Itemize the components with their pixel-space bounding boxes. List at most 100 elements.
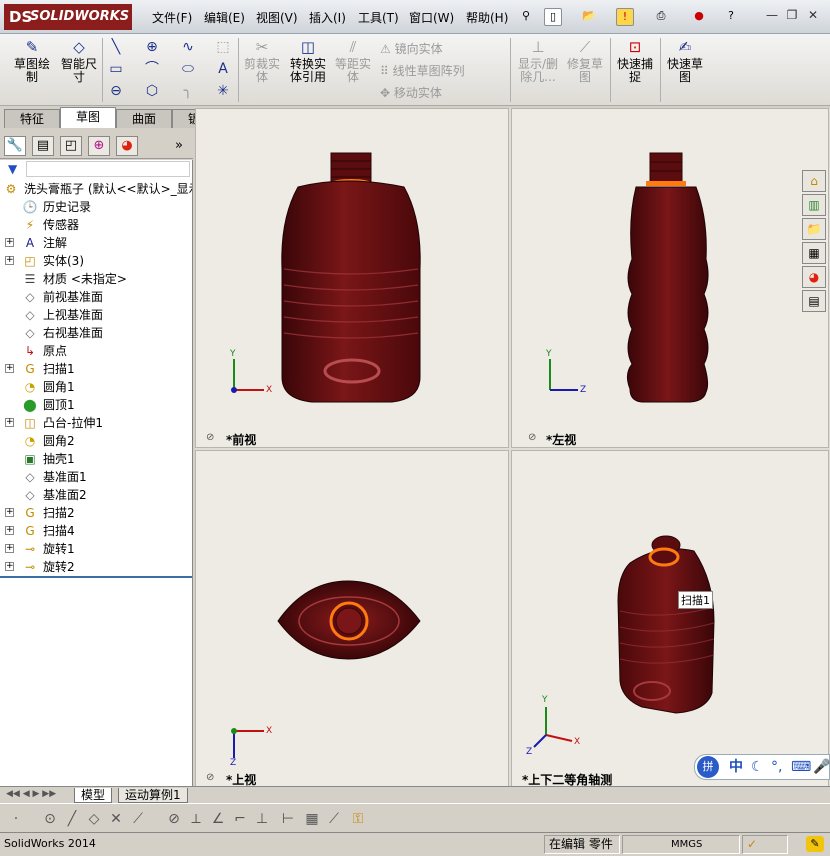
tab-scroll-arrows-icon[interactable]: ◀◀ ◀ ▶ ▶▶ xyxy=(6,789,56,799)
tree-item[interactable]: ▣ 抽壳1 xyxy=(0,450,192,468)
trim-entities-button[interactable]: ✂ 剪裁实体 xyxy=(241,38,283,84)
viewport-isometric[interactable]: Y X Z 扫描1 *上下二等角轴测 xyxy=(511,450,829,788)
menu-help[interactable]: 帮助(H) xyxy=(466,9,508,26)
menu-tools[interactable]: 工具(T) xyxy=(358,9,399,26)
solidworks-resources-icon[interactable]: ⌂ xyxy=(802,170,826,192)
tree-item[interactable]: ↳ 原点 xyxy=(0,342,192,360)
menu-file[interactable]: 文件(F) xyxy=(152,9,192,26)
dimxpert-manager-tab-icon[interactable]: ⊕ xyxy=(88,136,110,156)
design-library-icon[interactable]: ▥ xyxy=(802,194,826,216)
sketch-button[interactable]: ✎ 草图绘制 xyxy=(10,38,54,84)
tools-icon[interactable]: ✎ xyxy=(806,836,824,852)
filter-icon[interactable]: ▼ xyxy=(8,162,17,176)
expand-icon[interactable]: + xyxy=(5,526,14,535)
more-tabs-icon[interactable]: » xyxy=(175,138,183,153)
ime-toolbar[interactable]: 拼 中 ☾ °, ⌨ 🎤 xyxy=(694,754,830,780)
tab-features[interactable]: 特征 xyxy=(4,109,60,128)
linear-pattern-button[interactable]: ⠿ 线性草图阵列 xyxy=(380,62,465,79)
tree-item[interactable]: + ⊸ 旋转1 xyxy=(0,540,192,558)
rapid-sketch-button[interactable]: ✍ 快速草图 xyxy=(664,38,706,84)
view-palette-icon[interactable]: ▦ xyxy=(802,242,826,264)
close-button[interactable]: ✕ xyxy=(806,9,820,23)
menu-edit[interactable]: 编辑(E) xyxy=(204,9,245,26)
expand-icon[interactable]: + xyxy=(5,508,14,517)
tab-sketch[interactable]: 草图 xyxy=(60,107,116,128)
text-icon[interactable]: A xyxy=(214,60,232,78)
tree-item[interactable]: + ◰ 实体(3) xyxy=(0,252,192,270)
tree-item[interactable]: 🕒 历史记录 xyxy=(0,198,192,216)
property-manager-tab-icon[interactable]: ▤ xyxy=(32,136,54,156)
print-icon[interactable]: ⎙ xyxy=(652,8,670,26)
tree-item[interactable]: ◇ 上视基准面 xyxy=(0,306,192,324)
dimension-tool-icon[interactable]: ⊢ xyxy=(280,811,296,827)
open-folder-icon[interactable]: 📂 xyxy=(580,8,598,26)
expand-icon[interactable]: + xyxy=(5,544,14,553)
line-tool-icon[interactable]: ╱ xyxy=(64,811,80,827)
tab-surfaces[interactable]: 曲面 xyxy=(116,109,172,128)
tree-item[interactable]: + ◫ 凸台-拉伸1 xyxy=(0,414,192,432)
grid-dot-icon[interactable]: · xyxy=(8,811,24,827)
viewport-left[interactable]: Y Z ⊘ *左视 xyxy=(511,108,829,448)
tree-item[interactable]: ◇ 基准面1 xyxy=(0,468,192,486)
ime-keyboard-icon[interactable]: ⌨ xyxy=(791,755,811,779)
new-document-icon[interactable]: ▯ xyxy=(544,8,562,26)
convert-entities-button[interactable]: ◫ 转换实体引用 xyxy=(286,38,330,84)
display-relations-icon[interactable]: ⚿ xyxy=(350,811,366,827)
repair-sketch-button[interactable]: ⟋ 修复草图 xyxy=(565,38,605,84)
pin-icon[interactable]: ⚲ xyxy=(517,8,535,26)
traffic-light-icon[interactable]: ● xyxy=(690,8,708,26)
help-icon[interactable]: ? xyxy=(722,8,740,26)
restore-button[interactable]: ❐ xyxy=(785,9,799,23)
point-tool-icon[interactable]: ⊙ xyxy=(42,811,58,827)
tree-item[interactable]: ◇ 前视基准面 xyxy=(0,288,192,306)
tree-filter-field[interactable] xyxy=(26,161,190,177)
custom-properties-icon[interactable]: ▤ xyxy=(802,290,826,312)
ime-moon-icon[interactable]: ☾ xyxy=(751,755,764,779)
file-explorer-icon[interactable]: 📁 xyxy=(802,218,826,240)
arc-tool-icon[interactable]: ⊘ xyxy=(166,811,182,827)
expand-icon[interactable]: + xyxy=(5,256,14,265)
rectangle-icon[interactable]: ▭ xyxy=(107,60,125,78)
spline-icon[interactable]: ∿ xyxy=(179,38,197,56)
construction-geometry-icon[interactable]: ⬚ xyxy=(214,38,232,56)
rebuild-status-icon[interactable]: ✓ xyxy=(742,835,788,854)
offset-entities-button[interactable]: ⫽ 等距实体 xyxy=(333,38,373,84)
expand-icon[interactable]: + xyxy=(5,562,14,571)
tree-item[interactable]: + ⊸ 旋转2 xyxy=(0,558,192,576)
trim-tool-icon[interactable]: ✕ xyxy=(108,811,124,827)
tree-item[interactable]: + A 注解 xyxy=(0,234,192,252)
menu-window[interactable]: 窗口(W) xyxy=(409,9,454,26)
move-entities-button[interactable]: ✥ 移动实体 xyxy=(380,84,442,101)
appearances-icon[interactable]: ◕ xyxy=(802,266,826,288)
units-status[interactable]: MMGS xyxy=(622,835,740,854)
polygon-tool-icon[interactable]: ◇ xyxy=(86,811,102,827)
line-icon[interactable]: ╲ xyxy=(107,38,125,56)
tab-motion-study[interactable]: 运动算例1 xyxy=(118,788,188,803)
tree-item[interactable]: ◇ 基准面2 xyxy=(0,486,192,504)
expand-icon[interactable]: + xyxy=(5,418,14,427)
tree-item[interactable]: + G 扫描2 xyxy=(0,504,192,522)
tab-model[interactable]: 模型 xyxy=(74,788,113,803)
expand-icon[interactable]: + xyxy=(5,238,14,247)
tangent-tool-icon[interactable]: ⟂ xyxy=(188,811,204,827)
tree-item[interactable]: ◔ 圆角2 xyxy=(0,432,192,450)
display-manager-tab-icon[interactable]: ◕ xyxy=(116,136,138,156)
ime-mic-icon[interactable]: 🎤 xyxy=(813,755,830,779)
tree-item[interactable]: ◇ 右视基准面 xyxy=(0,324,192,342)
minimize-button[interactable]: — xyxy=(765,9,779,23)
slot-icon[interactable]: ⊖ xyxy=(107,82,125,100)
tree-root[interactable]: ⚙ 洗头膏瓶子 (默认<<默认>_显示 xyxy=(0,180,192,198)
tree-item[interactable]: ☰ 材质 <未指定> xyxy=(0,270,192,288)
arc-icon[interactable]: ⌒ xyxy=(143,60,161,78)
tree-item[interactable]: + G 扫描4 xyxy=(0,522,192,540)
viewport-top[interactable]: X Z ⊘ *上视 xyxy=(195,450,509,788)
angle-tool-icon[interactable]: ∠ xyxy=(210,811,226,827)
point-icon[interactable]: ✳ xyxy=(214,82,232,100)
show-delete-relations-button[interactable]: ⊥ 显示/删除几... xyxy=(514,38,562,84)
menu-insert[interactable]: 插入(I) xyxy=(309,9,346,26)
ime-mode[interactable]: 中 xyxy=(729,755,743,779)
polygon-icon[interactable]: ⬡ xyxy=(143,82,161,100)
sketch-fillet-icon[interactable]: ╮ xyxy=(179,82,197,100)
tree-item[interactable]: + G 扫描1 xyxy=(0,360,192,378)
midpoint-tool-icon[interactable]: ⊥ xyxy=(254,811,270,827)
